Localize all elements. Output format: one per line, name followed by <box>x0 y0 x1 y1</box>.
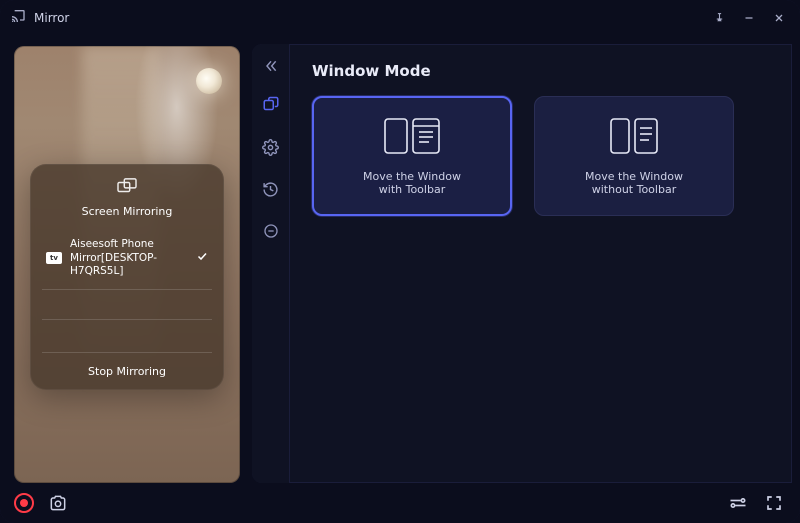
screen-mirroring-card: Screen Mirroring tv Aiseesoft Phone Mirr… <box>30 164 224 390</box>
screenshot-button[interactable] <box>46 491 70 515</box>
window-mode-tab[interactable] <box>258 92 284 118</box>
device-row[interactable]: tv Aiseesoft Phone Mirror[DESKTOP-H7QRS5… <box>42 228 212 290</box>
settings-panel: Window Mode <box>252 44 792 483</box>
device-name: Aiseesoft Phone Mirror[DESKTOP-H7QRS5L] <box>70 238 188 279</box>
option-label: Move the Window without Toolbar <box>585 170 683 196</box>
card-title: Screen Mirroring <box>82 205 173 218</box>
mirroring-icon <box>116 178 138 199</box>
window-mode-options: Move the Window with Toolbar <box>312 96 770 216</box>
light-glow <box>196 68 222 94</box>
history-tab[interactable] <box>258 176 284 202</box>
side-rail <box>252 44 290 483</box>
titlebar: Mirror <box>0 0 800 36</box>
more-tab[interactable] <box>258 218 284 244</box>
section-title: Window Mode <box>312 62 770 80</box>
record-button[interactable] <box>14 493 34 513</box>
empty-device-row <box>42 320 212 350</box>
app-title: Mirror <box>34 11 69 25</box>
fullscreen-button[interactable] <box>762 491 786 515</box>
close-button[interactable] <box>768 7 790 29</box>
app-window: Mirror <box>0 0 800 523</box>
option-without-toolbar[interactable]: Move the Window without Toolbar <box>534 96 734 216</box>
option-with-toolbar[interactable]: Move the Window with Toolbar <box>312 96 512 216</box>
panel-content: Window Mode <box>290 44 792 483</box>
minimize-button[interactable] <box>738 7 760 29</box>
phone-screen: Screen Mirroring tv Aiseesoft Phone Mirr… <box>14 46 240 483</box>
window-without-toolbar-icon <box>609 117 659 158</box>
check-icon <box>196 250 208 267</box>
main-area: Screen Mirroring tv Aiseesoft Phone Mirr… <box>0 36 800 483</box>
card-header: Screen Mirroring <box>42 178 212 218</box>
footer-bar <box>0 483 800 523</box>
toggle-panel-button[interactable] <box>726 491 750 515</box>
option-label: Move the Window with Toolbar <box>363 170 461 196</box>
window-with-toolbar-icon <box>383 117 441 158</box>
empty-device-row <box>42 290 212 320</box>
preview-pane: Screen Mirroring tv Aiseesoft Phone Mirr… <box>0 36 252 483</box>
stop-mirroring-button[interactable]: Stop Mirroring <box>42 352 212 382</box>
collapse-button[interactable] <box>258 56 284 76</box>
cast-icon <box>10 8 26 28</box>
settings-tab[interactable] <box>258 134 284 160</box>
appletv-badge-icon: tv <box>46 252 62 264</box>
pin-button[interactable] <box>708 7 730 29</box>
